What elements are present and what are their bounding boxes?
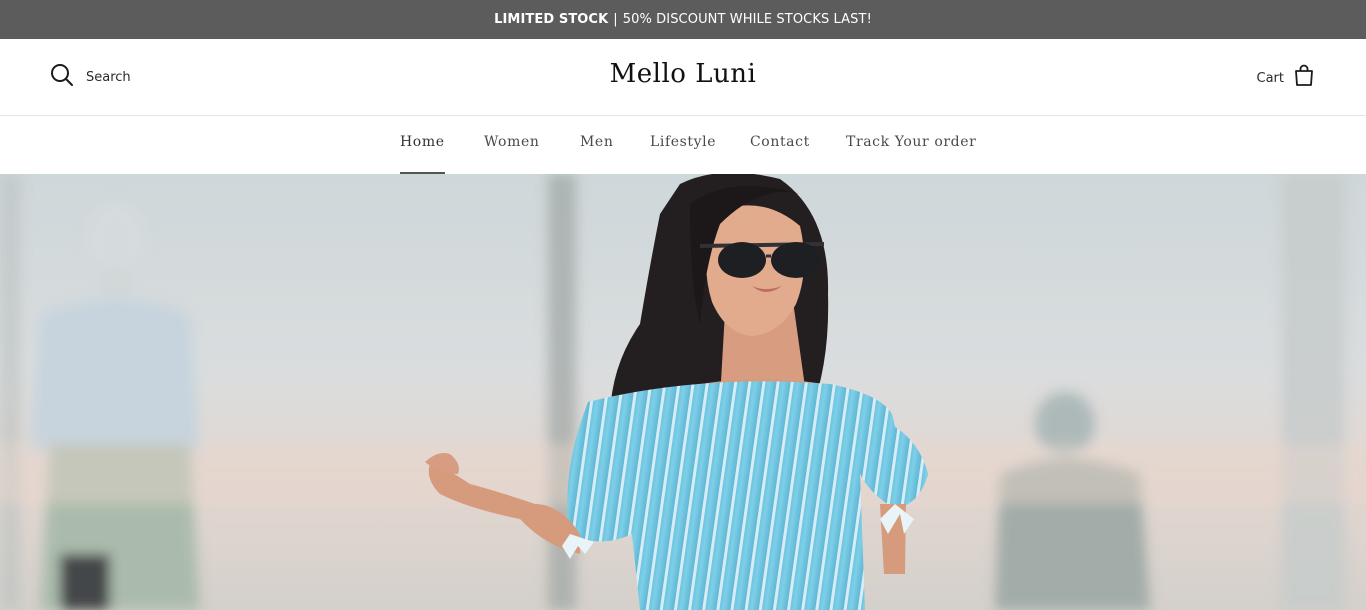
hero-illustration bbox=[0, 174, 1366, 610]
main-navigation: Home Women Men Lifestyle Contact Track Y… bbox=[0, 116, 1366, 174]
site-logo[interactable]: Mello Luni bbox=[610, 59, 757, 89]
site-header: Search Mello Luni Cart bbox=[0, 39, 1366, 116]
site-logo-wrapper: Mello Luni bbox=[0, 59, 1366, 89]
nav-item-women[interactable]: Women bbox=[484, 134, 539, 174]
announcement-text: 50% DISCOUNT WHILE STOCKS LAST! bbox=[622, 12, 872, 27]
nav-item-men[interactable]: Men bbox=[580, 134, 613, 174]
announcement-bold-text: LIMITED STOCK bbox=[494, 12, 609, 27]
announcement-bar: LIMITED STOCK | 50% DISCOUNT WHILE STOCK… bbox=[0, 0, 1366, 39]
nav-item-home[interactable]: Home bbox=[400, 134, 445, 174]
nav-item-lifestyle[interactable]: Lifestyle bbox=[650, 134, 716, 174]
nav-item-contact[interactable]: Contact bbox=[750, 134, 810, 174]
announcement-separator: | bbox=[613, 12, 618, 27]
cart-label: Cart bbox=[1256, 70, 1285, 86]
hero-banner-image bbox=[0, 174, 1366, 610]
nav-item-track-order[interactable]: Track Your order bbox=[846, 134, 976, 174]
cart-button[interactable]: Cart bbox=[1257, 64, 1315, 90]
shopping-bag-icon bbox=[1294, 64, 1314, 91]
